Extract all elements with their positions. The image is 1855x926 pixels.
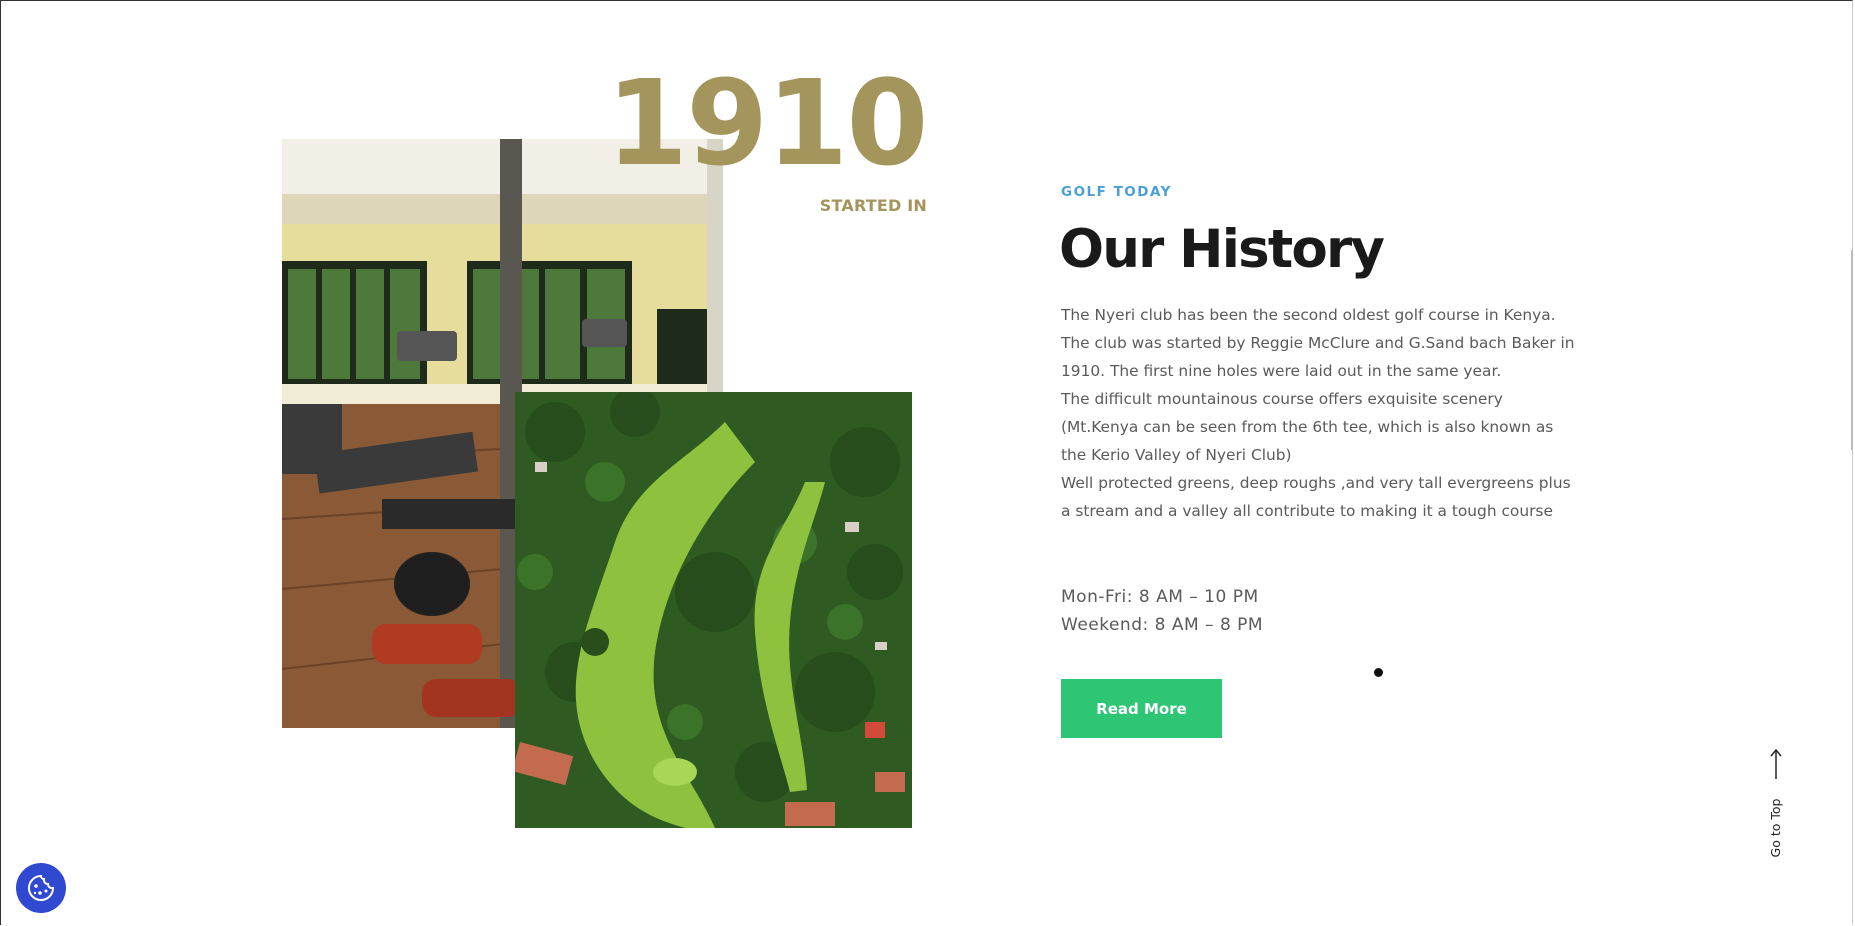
founded-year: 1910	[606, 54, 928, 192]
cursor-dot	[1374, 668, 1383, 677]
opening-hours: Mon-Fri: 8 AM – 10 PM Weekend: 8 AM – 8 …	[1061, 583, 1461, 639]
cookie-settings-button[interactable]	[16, 863, 66, 913]
started-in-label: STARTED IN	[819, 196, 927, 215]
history-description: The Nyeri club has been the second oldes…	[1061, 301, 1581, 525]
section-title: Our History	[1059, 219, 1385, 280]
scrollbar-thumb[interactable]	[1851, 250, 1853, 450]
read-more-button[interactable]: Read More	[1061, 679, 1222, 738]
section-eyebrow: GOLF TODAY	[1061, 184, 1172, 200]
golf-course-aerial-photo	[515, 392, 912, 828]
cookie-icon	[26, 873, 56, 903]
go-to-top-button[interactable]: Go to Top	[1762, 748, 1790, 858]
history-paragraph: The difficult mountainous course offers …	[1061, 390, 1554, 464]
history-paragraph: The Nyeri club has been the second oldes…	[1061, 306, 1575, 380]
hours-weekdays: Mon-Fri: 8 AM – 10 PM	[1061, 587, 1259, 607]
hours-weekend: Weekend: 8 AM – 8 PM	[1061, 615, 1264, 635]
arrow-up-icon	[1768, 748, 1784, 780]
history-paragraph: Well protected greens, deep roughs ,and …	[1061, 474, 1571, 520]
go-to-top-label: Go to Top	[1768, 798, 1783, 858]
